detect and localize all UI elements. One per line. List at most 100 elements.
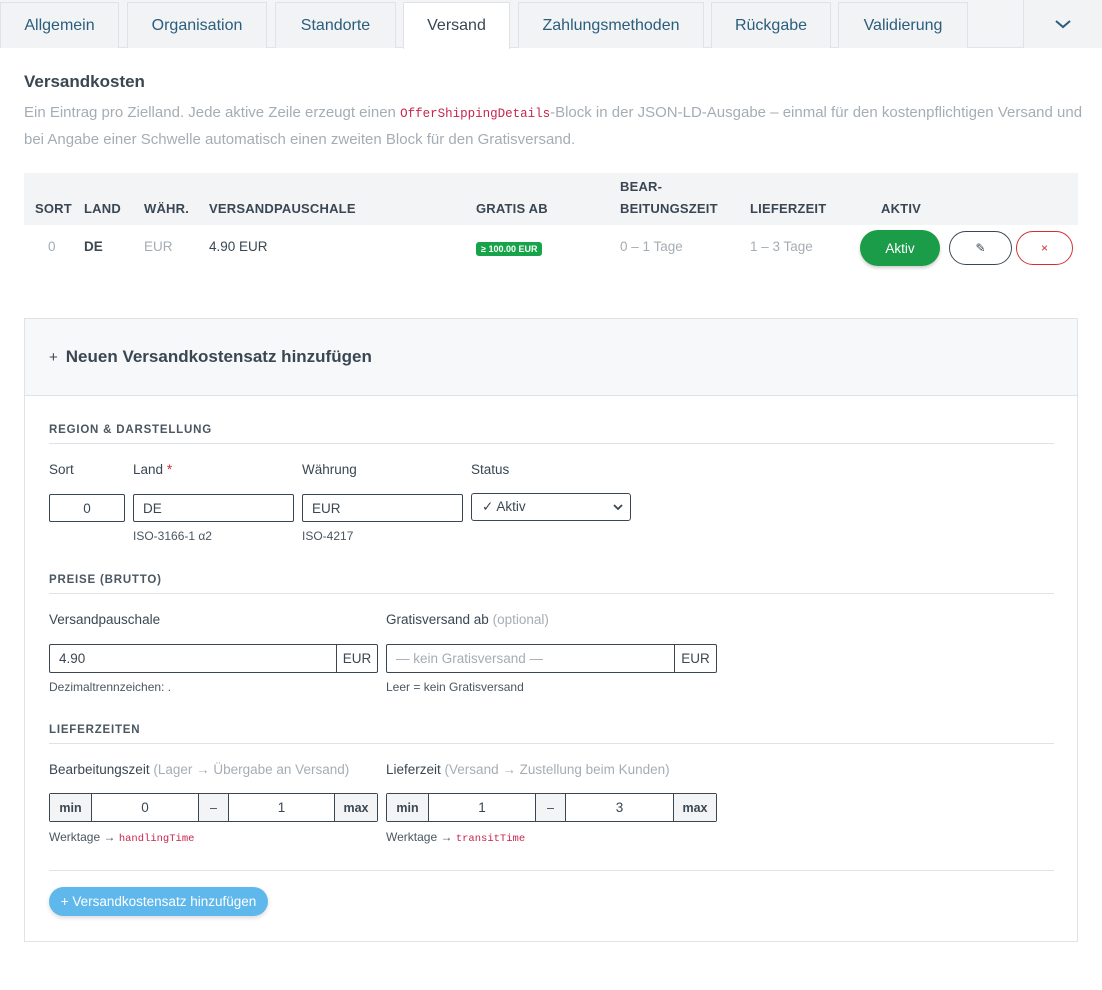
group-title-preise: PREISE (BRUTTO) — [49, 574, 162, 586]
pauschale-input-group: 4.90 EUR — [49, 644, 378, 673]
tab-standorte[interactable]: Standorte — [275, 2, 396, 48]
range-separator: – — [198, 794, 228, 821]
cell-pauschale: 4.90 EUR — [209, 239, 268, 254]
col-sort: SORT — [35, 201, 72, 216]
status-select[interactable]: ✓ Aktiv — [471, 493, 631, 521]
tab-allgemein[interactable]: Allgemein — [0, 2, 119, 48]
close-icon: × — [1040, 241, 1048, 255]
cell-sort: 0 — [48, 239, 56, 254]
pencil-icon: ✎ — [975, 241, 986, 255]
bearbeitung-range: min 0 – 1 max — [49, 793, 378, 822]
pauschale-help: Dezimaltrennzeichen: . — [49, 680, 172, 694]
divider — [49, 870, 1054, 871]
col-gratis-ab: GRATIS AB — [476, 201, 548, 216]
cell-waehrung: EUR — [144, 239, 173, 254]
card-header[interactable]: + Neuen Versandkostensatz hinzufügen — [25, 319, 1077, 396]
col-waehrung: WÄHR. — [144, 201, 190, 216]
range-separator: – — [535, 794, 565, 821]
active-toggle-button[interactable]: Aktiv — [860, 230, 940, 266]
bearbeitung-min-input[interactable]: 0 — [91, 794, 198, 821]
liefer-hint: (Versand → Zustellung beim Kunden) — [444, 762, 670, 777]
add-rate-card: + Neuen Versandkostensatz hinzufügen REGI… — [24, 318, 1078, 942]
tab-versand[interactable]: Versand — [403, 2, 510, 49]
handling-time-code: handlingTime — [118, 833, 195, 845]
col-bearbeitungszeit-line1: BEAR- — [620, 179, 663, 194]
card-title: + Neuen Versandkostensatz hinzufügen — [49, 347, 372, 367]
cell-lieferzeit: 1 – 3 Tage — [750, 239, 813, 254]
gratis-unit: EUR — [674, 645, 716, 672]
divider — [49, 593, 1054, 594]
group-title-lieferzeiten: LIEFERZEITEN — [49, 724, 141, 736]
edit-button[interactable]: ✎ — [949, 231, 1012, 265]
liefer-label-text: Lieferzeit — [386, 762, 441, 777]
waehrung-input[interactable]: EUR — [302, 494, 463, 522]
gratis-badge: ≥ 100.00 EUR — [476, 242, 543, 256]
min-addon: min — [50, 794, 91, 821]
plus-icon: + — [49, 349, 58, 366]
gratis-help: Leer = kein Gratisversand — [386, 680, 524, 694]
col-land: LAND — [84, 201, 121, 216]
chevron-down-icon — [613, 504, 623, 511]
liefer-label: Lieferzeit (Versand → Zustellung beim Ku… — [386, 762, 670, 777]
divider — [49, 743, 1054, 744]
table-row: 0 DE EUR 4.90 EUR ≥ 100.00 EUR 0 – 1 Tag… — [24, 226, 1078, 270]
status-label: Status — [471, 462, 510, 477]
sort-input[interactable]: 0 — [49, 494, 125, 522]
delete-button[interactable]: × — [1016, 231, 1073, 265]
col-aktiv: AKTIV — [881, 201, 921, 216]
land-input[interactable]: DE — [133, 494, 294, 522]
liefer-min-input[interactable]: 1 — [428, 794, 535, 821]
divider — [49, 443, 1054, 444]
pauschale-unit: EUR — [336, 645, 377, 672]
tab-bar: Allgemein Organisation Standorte Versand… — [0, 0, 1102, 49]
gratis-input-group: — kein Gratisversand — EUR — [386, 644, 717, 673]
land-label-text: Land — [133, 462, 164, 477]
land-label: Land * — [133, 462, 172, 477]
liefer-help: Werktage → transitTime — [386, 830, 525, 845]
tab-rueckgabe[interactable]: Rückgabe — [711, 2, 831, 48]
status-select-value: ✓ Aktiv — [482, 499, 526, 514]
required-marker: * — [166, 462, 173, 477]
bearbeitung-max-input[interactable]: 1 — [228, 794, 334, 821]
col-lieferzeit: LIEFERZEIT — [750, 201, 827, 216]
transit-time-code: transitTime — [455, 833, 526, 845]
liefer-range: min 1 – 3 max — [386, 793, 717, 822]
col-bearbeitungszeit-line2: BEITUNGSZEIT — [620, 201, 718, 216]
pauschale-label: Versandpauschale — [49, 612, 161, 627]
liefer-max-input[interactable]: 3 — [565, 794, 673, 821]
bearbeitung-hint: (Lager → Übergabe an Versand) — [153, 762, 350, 777]
bearbeitung-label: Bearbeitungszeit (Lager → Übergabe an Ve… — [49, 762, 349, 777]
tab-organisation[interactable]: Organisation — [127, 2, 267, 48]
group-title-region: REGION & DARSTELLUNG — [49, 424, 212, 436]
tab-zahlungsmethoden[interactable]: Zahlungsmethoden — [518, 2, 704, 48]
gratis-label-text: Gratisversand ab — [386, 612, 489, 627]
bearbeitung-label-text: Bearbeitungszeit — [49, 762, 150, 777]
bearbeitung-help-text: Werktage → — [49, 830, 119, 844]
min-addon: min — [387, 794, 428, 821]
max-addon: max — [334, 794, 377, 821]
card-title-text: Neuen Versandkostensatz hinzufügen — [65, 347, 372, 366]
section-title: Versandkosten — [24, 72, 145, 91]
optional-hint: (optional) — [492, 612, 549, 627]
intro-code: OfferShippingDetails — [400, 107, 551, 121]
gratis-label: Gratisversand ab (optional) — [386, 612, 549, 627]
bearbeitung-help: Werktage → handlingTime — [49, 830, 194, 845]
waehrung-label: Währung — [302, 462, 357, 477]
waehrung-help: ISO-4217 — [302, 529, 354, 543]
liefer-help-text: Werktage → — [386, 830, 456, 844]
col-versandpauschale: VERSANDPAUSCHALE — [209, 201, 356, 216]
sort-label: Sort — [49, 462, 74, 477]
gratis-input[interactable]: — kein Gratisversand — — [387, 645, 674, 672]
chevron-down-icon — [1055, 20, 1071, 29]
max-addon: max — [673, 794, 716, 821]
table-header: SORT LAND WÄHR. VERSANDPAUSCHALE GRATIS … — [24, 173, 1078, 225]
cell-land: DE — [84, 239, 103, 254]
tabs-more-button[interactable] — [1023, 0, 1102, 48]
tab-validierung[interactable]: Validierung — [838, 2, 968, 48]
land-help: ISO-3166-1 α2 — [133, 529, 212, 543]
cell-bearbeitung: 0 – 1 Tage — [620, 239, 683, 254]
section-intro: Ein Eintrag pro Zielland. Jede aktive Ze… — [24, 100, 1084, 152]
intro-text-start: Ein Eintrag pro Zielland. Jede aktive Ze… — [24, 104, 401, 121]
pauschale-input[interactable]: 4.90 — [50, 645, 336, 672]
add-rate-button[interactable]: + Versandkostensatz hinzufügen — [49, 887, 268, 916]
